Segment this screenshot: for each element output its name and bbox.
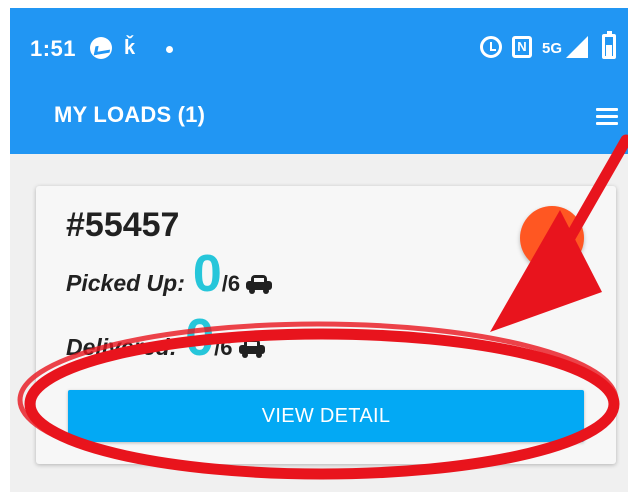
delivered-count: 0 (185, 309, 215, 367)
teams-icon: ǩ (124, 37, 136, 59)
delivered-row: Delivered: 0 /6 (66, 312, 265, 364)
more-vertical-icon (550, 227, 555, 232)
delivered-label: Delivered: (66, 334, 178, 360)
more-options-button[interactable] (520, 206, 584, 270)
page-title: MY LOADS (1) (54, 102, 206, 127)
phone-screen: 1:51 ǩ N 5G MY LOADS (1) #55457 Picked U… (10, 8, 628, 492)
hamburger-menu-icon[interactable] (596, 106, 618, 126)
battery-icon (602, 31, 616, 59)
car-icon (246, 275, 273, 294)
app-bar: MY LOADS (1) (10, 86, 628, 154)
load-card: #55457 Picked Up: 0 /6 Delivered: 0 /6 V… (36, 186, 616, 464)
view-detail-button[interactable]: VIEW DETAIL (68, 390, 584, 442)
status-time: 1:51 (30, 36, 77, 61)
picked-up-count: 0 (192, 245, 222, 303)
nfc-icon: N (512, 36, 532, 58)
picked-up-row: Picked Up: 0 /6 (66, 245, 273, 303)
delivered-total: /6 (214, 335, 233, 360)
messenger-icon (90, 37, 112, 59)
alarm-icon (480, 36, 502, 58)
picked-up-label: Picked Up: (66, 270, 185, 296)
network-type: 5G (542, 40, 563, 57)
car-icon (238, 339, 265, 358)
signal-icon (566, 36, 588, 58)
picked-up-total: /6 (221, 271, 241, 296)
notification-dot-icon (166, 46, 173, 53)
load-id: #55457 (66, 206, 180, 244)
status-bar: 1:51 ǩ N 5G (10, 8, 628, 86)
